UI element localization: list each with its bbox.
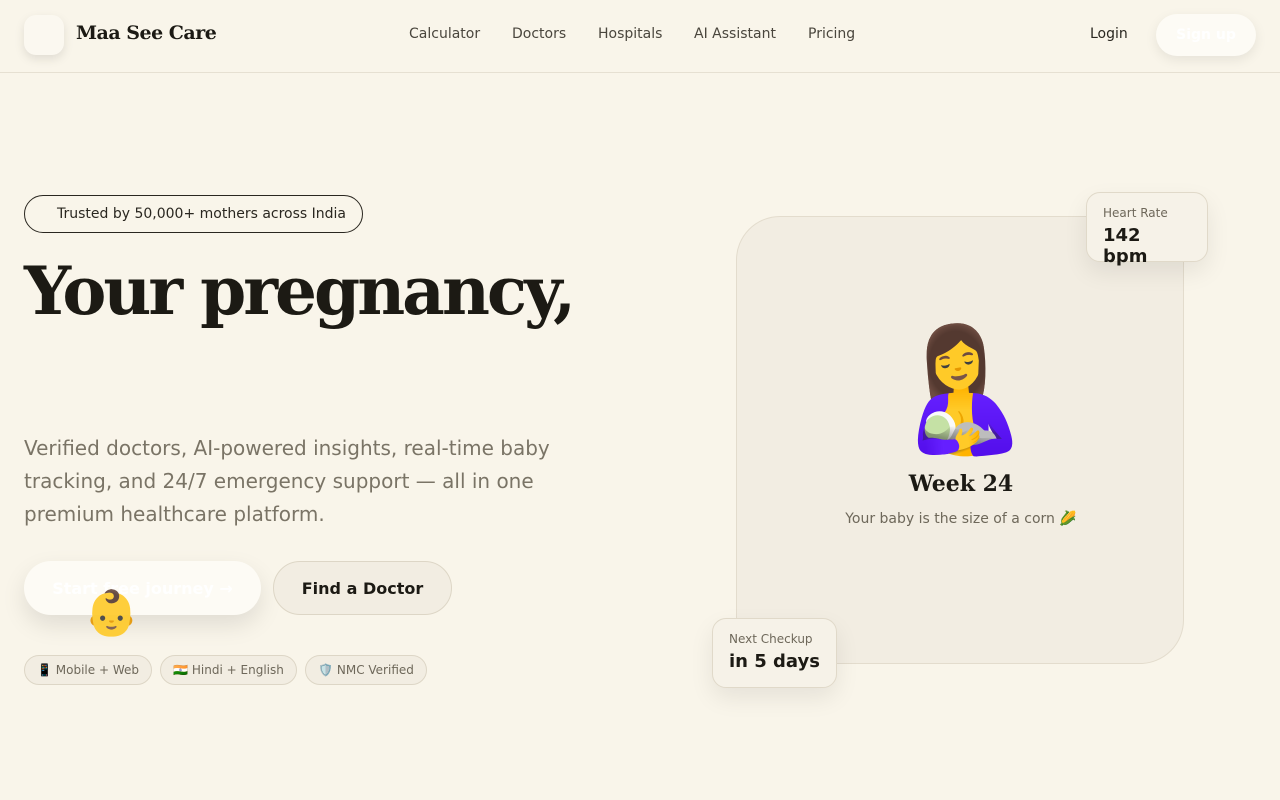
nav-link-calculator[interactable]: Calculator	[409, 26, 480, 42]
next-checkup-label: Next Checkup	[729, 632, 813, 646]
trust-badge: Trusted by 50,000+ mothers across India	[24, 195, 363, 233]
nav-link-ai-assistant[interactable]: AI Assistant	[694, 26, 776, 42]
breastfeeding-emoji-icon: 🤱	[886, 320, 1036, 459]
week-label: Week 24	[908, 471, 1014, 497]
main-nav: Calculator Doctors Hospitals AI Assistan…	[0, 26, 1280, 46]
login-link[interactable]: Login	[1090, 26, 1128, 42]
heart-rate-card: Heart Rate 142 bpm	[1086, 192, 1208, 267]
pregnancy-week-card: 🤱 Week 24 Your baby is the size of a cor…	[736, 216, 1184, 664]
heart-rate-label: Heart Rate	[1103, 206, 1168, 220]
chip-nmc-verified: 🛡️ NMC Verified	[305, 655, 427, 685]
site-header: Maa See Care Calculator Doctors Hospital…	[0, 0, 1280, 73]
nav-link-hospitals[interactable]: Hospitals	[598, 26, 662, 42]
find-doctor-button[interactable]: Find a Doctor	[273, 561, 452, 615]
baby-emoji-icon: 👶	[84, 588, 139, 639]
next-checkup-value: in 5 days	[729, 651, 820, 672]
nav-link-pricing[interactable]: Pricing	[808, 26, 855, 42]
trust-badge-text: Trusted by 50,000+ mothers across India	[57, 206, 347, 222]
next-checkup-card: Next Checkup in 5 days	[712, 618, 837, 688]
hero-headline: Your pregnancy,	[24, 252, 576, 330]
chip-mobile-web: 📱 Mobile + Web	[24, 655, 152, 685]
nav-link-doctors[interactable]: Doctors	[512, 26, 566, 42]
signup-button[interactable]: Sign up	[1156, 14, 1256, 56]
baby-size-text: Your baby is the size of a corn 🌽	[845, 511, 1077, 527]
hero-subtext: Verified doctors, AI-powered insights, r…	[24, 436, 550, 526]
start-journey-button[interactable]: Start free journey →	[24, 561, 261, 615]
heart-rate-value: 142 bpm	[1103, 225, 1148, 267]
chip-hindi-english: 🇮🇳 Hindi + English	[160, 655, 297, 685]
